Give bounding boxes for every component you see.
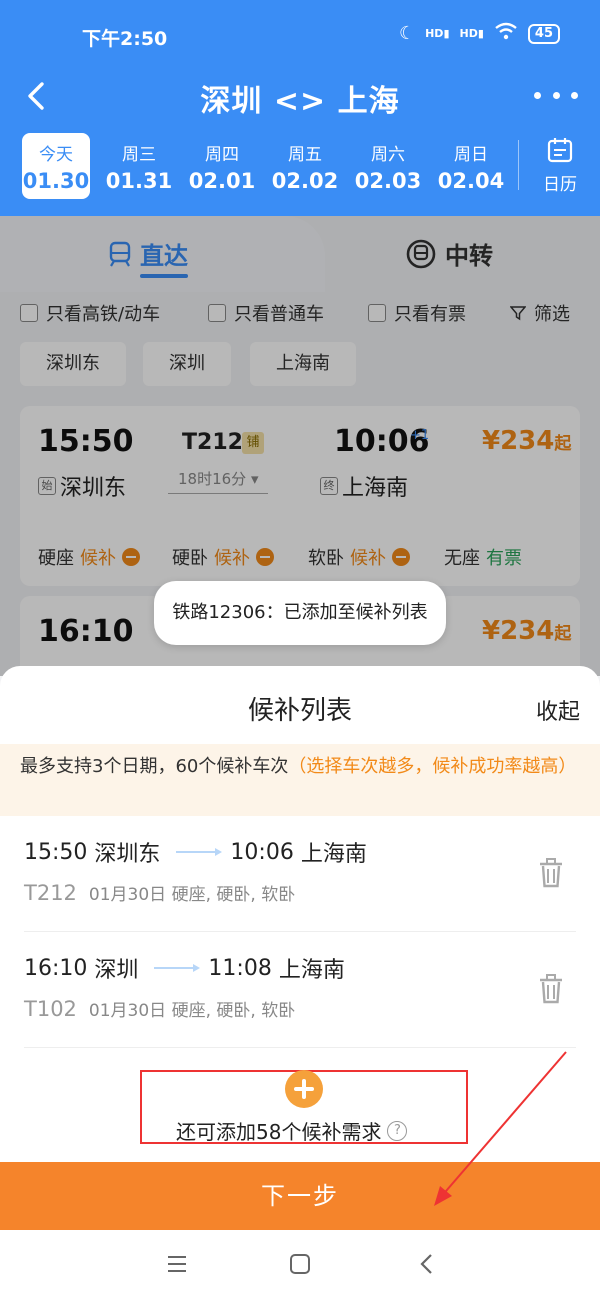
date-day: 01.30 [22, 169, 90, 193]
delete-button[interactable] [538, 974, 564, 1004]
divider [518, 140, 519, 190]
depart-time: 15:50 [24, 839, 88, 865]
depart-station: 深圳 [94, 958, 139, 983]
annotation-arrow-icon [434, 1051, 567, 1206]
list-item: 16:10 深圳 11:08 上海南 T102 01月30日 硬座, 硬卧, 软… [0, 932, 600, 1048]
notice-highlight: （选择车次越多，候补成功率越高） [288, 756, 577, 777]
arrive-station: 上海南 [278, 958, 345, 983]
depart-station: 深圳东 [94, 842, 161, 867]
date-item-sun[interactable]: 周日 02.04 [437, 133, 505, 199]
date-day: 02.04 [437, 169, 505, 193]
date-item-fri[interactable]: 周五 02.02 [271, 133, 339, 199]
arrive-station: 上海南 [300, 842, 367, 867]
train-code: T102 [24, 997, 77, 1021]
trash-icon [540, 974, 562, 1004]
page-title: 深圳 <> 上海 [200, 84, 400, 119]
add-text: 还可添加58个候补需求 ? [176, 1116, 408, 1145]
wifi-icon [494, 22, 518, 45]
moon-icon: ☾ [398, 23, 416, 44]
list-item: 15:50 深圳东 10:06 上海南 T212 01月30日 硬座, 硬卧, … [0, 816, 600, 932]
date-day: 02.02 [271, 169, 339, 193]
arrive-time: 11:08 [208, 955, 272, 981]
date-day: 01.31 [105, 169, 173, 193]
collapse-button[interactable]: 收起 [536, 694, 580, 726]
delete-button[interactable] [538, 858, 564, 888]
status-bar: 下午2:50 ☾ HD▮ HD▮ 45 [0, 0, 600, 70]
signal-icon: HD▮ [425, 27, 450, 40]
add-waitlist-highlight: 还可添加58个候补需求 ? [140, 1070, 468, 1144]
date-week: 周五 [288, 145, 322, 165]
signal-icon-2: HD▮ [459, 27, 484, 40]
date-week: 周四 [205, 145, 239, 165]
date-selector: 今天 01.30 周三 01.31 周四 02.01 周五 02.02 周六 0… [0, 122, 600, 216]
help-icon[interactable]: ? [387, 1120, 408, 1141]
system-nav-bar [0, 1230, 600, 1300]
nav-bar: 深圳 <> 上海 [0, 70, 600, 122]
sheet-title: 候补列表 [247, 696, 352, 726]
date-day: 02.03 [354, 169, 422, 193]
home-icon[interactable] [290, 1254, 310, 1274]
more-dot-icon [571, 91, 578, 99]
arrow-icon [176, 848, 223, 856]
system-back-icon[interactable] [418, 1252, 434, 1276]
trash-icon [540, 858, 562, 888]
date-item-sat[interactable]: 周六 02.03 [354, 133, 422, 199]
status-time: 下午2:50 [82, 28, 168, 50]
arrive-time: 10:06 [230, 839, 294, 865]
date-item-thu[interactable]: 周四 02.01 [188, 133, 256, 199]
item-detail: 01月30日 硬座, 硬卧, 软卧 [88, 885, 296, 905]
toast-message: 铁路12306：已添加至候补列表 [154, 581, 446, 645]
more-dot-icon [552, 91, 560, 99]
date-week: 周六 [371, 145, 405, 165]
menu-icon[interactable] [166, 1254, 188, 1274]
battery-icon: 45 [527, 23, 560, 44]
date-week: 今天 [39, 145, 73, 165]
status-icons: ☾ HD▮ HD▮ 45 [399, 22, 560, 45]
more-dot-icon [534, 91, 541, 99]
date-day: 02.01 [188, 169, 256, 193]
date-week: 周日 [454, 145, 488, 165]
date-item-wed[interactable]: 周三 01.31 [105, 133, 173, 199]
arrow-icon [154, 964, 201, 972]
date-week: 周三 [122, 145, 156, 165]
more-button[interactable] [534, 80, 578, 110]
date-item-today[interactable]: 今天 01.30 [22, 133, 90, 199]
add-remaining-label: 还可添加58个候补需求 [176, 1120, 382, 1144]
calendar-label: 日历 [543, 175, 577, 195]
train-code: T212 [24, 881, 77, 905]
notice-banner: 最多支持3个日期，60个候补车次（选择车次越多，候补成功率越高） [0, 744, 600, 816]
depart-time: 16:10 [24, 955, 88, 981]
add-button[interactable] [285, 1070, 323, 1108]
item-detail: 01月30日 硬座, 硬卧, 软卧 [88, 1001, 296, 1021]
calendar-button[interactable]: 日历 [530, 136, 590, 200]
calendar-icon [547, 138, 573, 163]
notice-text: 最多支持3个日期，60个候补车次 [20, 756, 289, 777]
